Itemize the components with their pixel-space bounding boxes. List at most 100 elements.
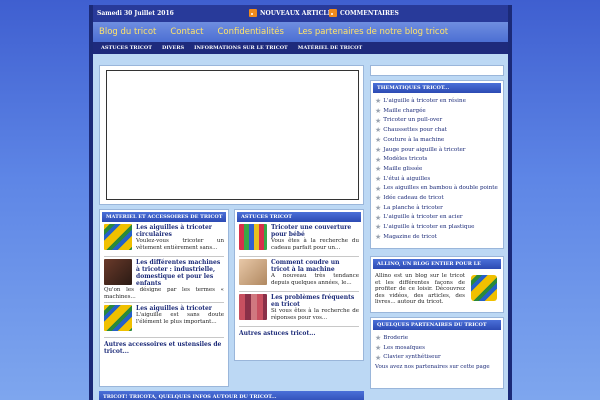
sidebar-link-label: L'aiguille à tricoter en plastique xyxy=(383,224,475,231)
star-icon: ★ xyxy=(375,116,382,125)
star-icon: ★ xyxy=(375,165,382,174)
star-icon: ★ xyxy=(375,353,382,362)
item-title[interactable]: Les aiguilles à tricoter circulaires xyxy=(136,224,224,238)
star-icon: ★ xyxy=(375,233,382,242)
star-icon: ★ xyxy=(375,213,382,222)
rss-articles-label: NOUVEAUX ARTICLES xyxy=(260,9,337,17)
item-title[interactable]: Les aiguilles à tricoter xyxy=(136,305,224,312)
sidebar-link[interactable]: ★ L'aiguille à tricoter en résine xyxy=(375,97,503,107)
people-thumbnail[interactable] xyxy=(239,259,267,285)
sock-thumbnail[interactable] xyxy=(104,224,132,250)
sidebar-link[interactable]: ★ Magazine de tricot xyxy=(375,233,503,243)
sidebar-link-label: L'aiguille à tricoter en résine xyxy=(383,98,466,104)
sidebar-link-label: Modèles tricots xyxy=(383,156,428,163)
slider-frame[interactable] xyxy=(106,70,359,200)
item-title[interactable]: Comment coudre un tricot à la machine xyxy=(271,259,359,273)
rss-comments-label: COMMENTAIRES xyxy=(340,9,399,17)
sidebar-link[interactable]: ★ L'aiguille à tricoter en plastique xyxy=(375,223,503,233)
category-item-informations[interactable]: INFORMATIONS SUR LE TRICOT xyxy=(194,45,288,51)
sidebar-link[interactable]: ★ Modèles tricots xyxy=(375,155,503,165)
list-item[interactable]: Les différentes machines à tricoter : in… xyxy=(104,259,224,300)
item-desc: Vous êtes à la recherche du cadeau parfa… xyxy=(271,238,359,251)
sidebar-link-label: Jauge pour aiguille à tricoter xyxy=(383,146,466,153)
star-icon: ★ xyxy=(375,126,382,135)
category-item-divers[interactable]: DIVERS xyxy=(162,45,184,51)
category-nav: ASTUCES TRICOT DIVERS INFORMATIONS SUR L… xyxy=(93,42,508,54)
sidebar-link[interactable]: ★ Jauge pour aiguille à tricoter xyxy=(375,146,503,156)
sidebar-link[interactable]: ★ Tricoter un pull-over xyxy=(375,116,503,126)
item-desc: L'aiguille est sans doute l'élément le p… xyxy=(136,312,224,325)
nav-item-privacy[interactable]: Confidentialités xyxy=(217,27,284,37)
list-item[interactable]: Les aiguilles à tricoter circulaires Vou… xyxy=(104,224,224,254)
sidebar-link[interactable]: ★ Maille chargée xyxy=(375,107,503,117)
list-item[interactable]: Les problèmes fréquents en tricot Si vou… xyxy=(239,294,359,324)
knit-thumbnail[interactable] xyxy=(239,294,267,320)
star-icon: ★ xyxy=(375,145,382,154)
star-icon: ★ xyxy=(375,97,382,106)
divider xyxy=(104,256,224,257)
divider xyxy=(104,302,224,303)
partners-more-link[interactable]: Vous avez nos partenaires sur cette page xyxy=(371,363,503,371)
item-desc: Voulez-vous tricoter un vêtement entière… xyxy=(136,238,224,251)
item-title[interactable]: Tricoter une couverture pour bébé xyxy=(271,224,359,238)
sidebar-link[interactable]: ★ Les aiguilles en bambou à double pointe xyxy=(375,184,503,194)
sidebar-search-bar[interactable] xyxy=(370,65,504,76)
rss-icon xyxy=(329,9,337,17)
page-wrapper: Samedi 30 Juillet 2016 NOUVEAUX ARTICLES… xyxy=(89,5,512,400)
more-accessories-link[interactable]: Autres accessoires et ustensiles de tric… xyxy=(104,341,224,355)
item-title[interactable]: Les différentes machines à tricoter : in… xyxy=(136,259,224,287)
machine-thumbnail[interactable] xyxy=(104,259,132,285)
list-item[interactable]: Les aiguilles à tricoter L'aiguille est … xyxy=(104,305,224,335)
yarn-thumbnail[interactable] xyxy=(239,224,267,250)
sidebar-link[interactable]: ★ Clavier synthétiseur xyxy=(375,353,503,363)
rss-articles-link[interactable]: NOUVEAUX ARTICLES xyxy=(249,9,337,17)
list-item[interactable]: Tricoter une couverture pour bébé Vous ê… xyxy=(239,224,359,254)
star-icon: ★ xyxy=(375,194,382,203)
sidebar-partners-title: QUELQUES PARTENAIRES DU TRICOT xyxy=(373,320,501,330)
item-desc: A nouveau très tendance depuis quelques … xyxy=(271,273,359,286)
sidebar-link[interactable]: ★ Chaussettes pour chat xyxy=(375,126,503,136)
nav-item-blog[interactable]: Blog du tricot xyxy=(99,27,156,37)
partners-list: ★ Broderie ★ Les mosaïques ★ Clavier synthéti… xyxy=(371,334,503,363)
more-tips-link[interactable]: Autres astuces tricot... xyxy=(239,330,359,337)
sidebar-link[interactable]: ★ Idée cadeau de tricot xyxy=(375,194,503,204)
sidebar-link-label: L'aiguille à tricoter en acier xyxy=(383,214,463,221)
sock-thumbnail[interactable] xyxy=(104,305,132,331)
sidebar-link[interactable]: ★ L'étui à aiguilles xyxy=(375,175,503,185)
sidebar-allino-title: ALLINO, UN BLOG ENTIER POUR LE TRICOT! xyxy=(373,259,501,277)
sidebar-link-label: Clavier synthétiseur xyxy=(383,354,441,361)
sidebar-link-label: L'étui à aiguilles xyxy=(383,175,431,182)
item-title[interactable]: Les problèmes fréquents en tricot xyxy=(271,294,359,308)
category-item-materiel[interactable]: MATÉRIEL DE TRICOT xyxy=(298,45,362,51)
list-item[interactable]: Comment coudre un tricot à la machine A … xyxy=(239,259,359,289)
sidebar-link-label: Les mosaïques xyxy=(383,344,425,351)
sidebar-link[interactable]: ★ Couture à la machine xyxy=(375,136,503,146)
sidebar-link[interactable]: ★ Maille glissée xyxy=(375,165,503,175)
star-icon: ★ xyxy=(375,155,382,164)
sidebar-link-label: Idée cadeau de tricot xyxy=(383,195,444,202)
sidebar-link[interactable]: ★ Les mosaïques xyxy=(375,344,503,354)
nav-item-contact[interactable]: Contact xyxy=(170,27,203,37)
nav-item-partners[interactable]: Les partenaires de notre blog tricot xyxy=(298,27,448,37)
box-astuces: ASTUCES TRICOT Tricoter une couverture p… xyxy=(234,209,364,361)
sock-image xyxy=(471,275,497,301)
sidebar-link-label: Magazine de tricot xyxy=(383,233,437,240)
star-icon: ★ xyxy=(375,344,382,353)
sidebar-link[interactable]: ★ La planche à tricoter xyxy=(375,204,503,214)
rss-comments-link[interactable]: COMMENTAIRES xyxy=(329,9,399,17)
sidebar-link-label: La planche à tricoter xyxy=(383,204,443,211)
sidebar-link[interactable]: ★ L'aiguille à tricoter en acier xyxy=(375,213,503,223)
star-icon: ★ xyxy=(375,223,382,232)
item-desc: Qu'on les désigne par les termes « machi… xyxy=(104,287,224,300)
top-bar: Samedi 30 Juillet 2016 NOUVEAUX ARTICLES… xyxy=(93,5,508,22)
sidebar-link-label: Maille chargée xyxy=(383,107,426,114)
themes-list: ★ L'aiguille à tricoter en résine ★ Maille … xyxy=(371,97,503,243)
star-icon: ★ xyxy=(375,174,382,183)
divider xyxy=(239,326,359,327)
divider xyxy=(104,337,224,338)
box-astuces-title: ASTUCES TRICOT xyxy=(237,212,361,222)
rss-icon xyxy=(249,9,257,17)
category-item-astuces[interactable]: ASTUCES TRICOT xyxy=(101,45,152,51)
sidebar-link[interactable]: ★ Broderie xyxy=(375,334,503,344)
box-materiel: MATERIEL ET ACCESSOIRES DE TRICOT Les ai… xyxy=(99,209,229,387)
